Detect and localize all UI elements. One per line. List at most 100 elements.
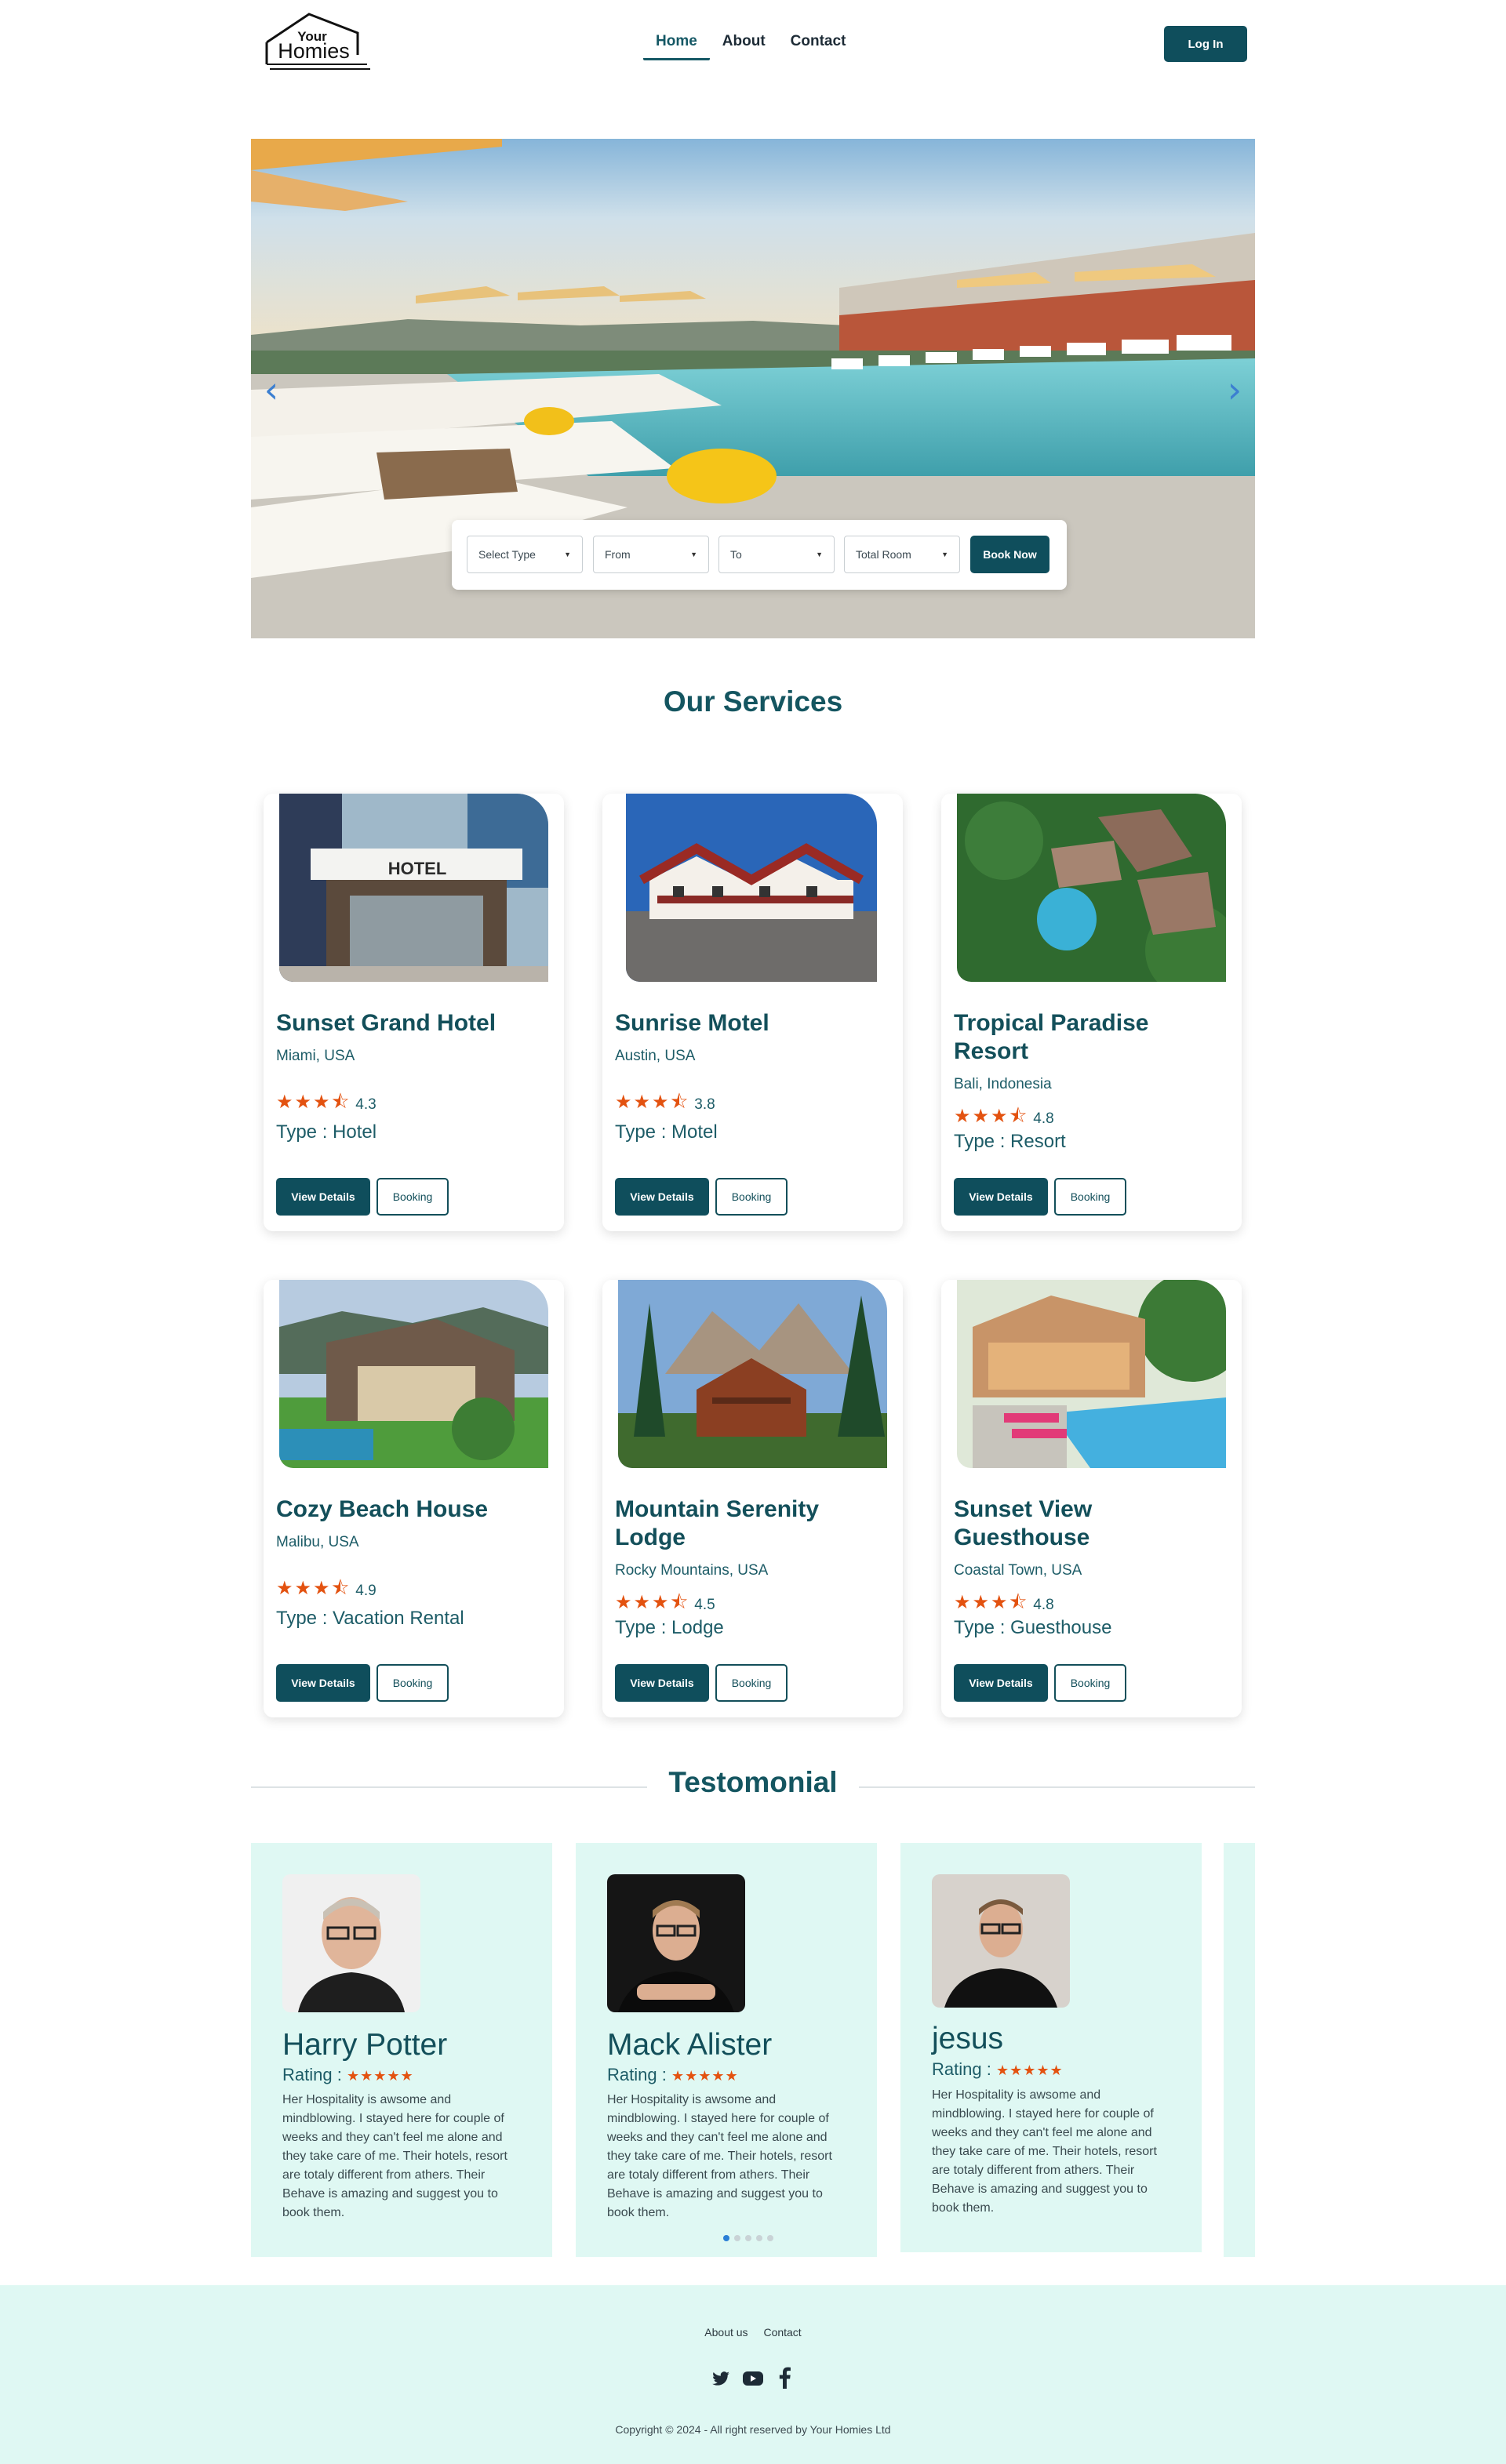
star-rating-icon: ★★★⯪ — [954, 1105, 1029, 1127]
service-rating: ★★★⯪ 4.8 — [954, 1589, 1054, 1621]
nav-link-contact[interactable]: Contact — [778, 33, 859, 60]
service-name: Sunrise Motel — [615, 1010, 769, 1036]
service-type: Type : Resort — [954, 1131, 1066, 1152]
testimonial-text: Her Hospitality is awsome and mindblowin… — [607, 2093, 832, 2219]
from-date-dropdown[interactable]: From ▼ — [593, 536, 709, 573]
book-now-button[interactable]: Book Now — [970, 536, 1049, 573]
main-nav: Home About Contact — [643, 33, 858, 60]
star-rating-icon: ★★★★★ — [995, 2062, 1064, 2079]
testimonial-text: Her Hospitality is awsome and mindblowin… — [932, 2088, 1157, 2215]
service-type: Type : Vacation Rental — [276, 1608, 464, 1629]
footer-link-about[interactable]: About us — [704, 2326, 748, 2339]
view-details-button[interactable]: View Details — [954, 1664, 1048, 1702]
beach-house-image — [279, 1280, 548, 1468]
booking-button[interactable]: Booking — [715, 1178, 788, 1216]
service-card: Sunrise Motel Austin, USA ★★★⯪ 3.8 Type … — [602, 794, 903, 1231]
avatar — [607, 1874, 745, 2012]
social-links — [706, 2367, 800, 2390]
guesthouse-image — [957, 1280, 1226, 1468]
lodge-image — [618, 1280, 887, 1468]
service-location: Rocky Mountains, USA — [615, 1562, 769, 1579]
testimonial-card: Harry Potter Rating : ★★★★★ Her Hospital… — [251, 1843, 552, 2257]
booking-button[interactable]: Booking — [1054, 1664, 1126, 1702]
service-name: Cozy Beach House — [276, 1496, 489, 1522]
caret-down-icon: ▼ — [690, 551, 697, 558]
star-rating-icon: ★★★⯪ — [954, 1591, 1029, 1613]
testimonial-card: Mack Alister Rating : ★★★★★ Her Hospital… — [576, 1843, 877, 2257]
footer: About us Contact Copyright © 2024 - All … — [0, 2285, 1506, 2464]
facebook-icon[interactable] — [777, 2367, 792, 2389]
service-rating: ★★★⯪ 4.5 — [615, 1589, 715, 1621]
testimonial-name: jesus — [932, 2022, 1004, 2055]
view-details-button[interactable]: View Details — [615, 1178, 709, 1216]
service-location: Coastal Town, USA — [954, 1562, 1082, 1579]
carousel-dot[interactable] — [756, 2235, 762, 2241]
testimonial-rating: Rating : ★★★★★ — [282, 2065, 414, 2084]
testimonial-card: jesus Rating : ★★★★★ Her Hospitality is … — [900, 1843, 1202, 2252]
star-rating-icon: ★★★⯪ — [276, 1091, 351, 1113]
star-rating-icon: ★★★★★ — [671, 2068, 739, 2084]
resort-image — [957, 794, 1226, 982]
testimonial-rating: Rating : ★★★★★ — [607, 2065, 739, 2084]
service-card: Sunset View Guesthouse Coastal Town, USA… — [941, 1280, 1242, 1717]
service-card: Cozy Beach House Malibu, USA ★★★⯪ 4.9 Ty… — [264, 1280, 564, 1717]
service-location: Malibu, USA — [276, 1534, 359, 1550]
booking-button[interactable]: Booking — [376, 1664, 449, 1702]
service-type: Type : Guesthouse — [954, 1617, 1112, 1638]
view-details-button[interactable]: View Details — [954, 1178, 1048, 1216]
footer-link-contact[interactable]: Contact — [763, 2326, 801, 2339]
service-card: HOTEL Sunset Grand Hotel Miami, USA ★★★⯪… — [264, 794, 564, 1231]
login-button[interactable]: Log In — [1164, 26, 1247, 62]
service-type: Type : Hotel — [276, 1121, 377, 1143]
caret-down-icon: ▼ — [941, 551, 948, 558]
carousel-dot[interactable] — [734, 2235, 740, 2241]
carousel-next-icon[interactable]: › — [1219, 370, 1250, 409]
caret-down-icon: ▼ — [564, 551, 571, 558]
your-homies-logo[interactable]: Your Homies — [262, 11, 372, 72]
booking-search-bar: Select Type ▼ From ▼ To ▼ Total Room ▼ Book … — [452, 520, 1067, 590]
service-name: Mountain Serenity Lodge — [615, 1496, 820, 1550]
carousel-dot[interactable] — [745, 2235, 751, 2241]
select-type-dropdown[interactable]: Select Type ▼ — [467, 536, 583, 573]
service-card: Mountain Serenity Lodge Rocky Mountains,… — [602, 1280, 903, 1717]
copyright-text: Copyright © 2024 - All right reserved by… — [615, 2423, 891, 2436]
testimonial-name: Mack Alister — [607, 2028, 773, 2062]
service-type: Type : Motel — [615, 1121, 718, 1143]
svg-text:HOTEL: HOTEL — [388, 859, 447, 878]
carousel-dot[interactable] — [767, 2235, 773, 2241]
booking-button[interactable]: Booking — [1054, 1178, 1126, 1216]
star-rating-icon: ★★★⯪ — [615, 1591, 690, 1613]
testimonial-text: Her Hospitality is awsome and mindblowin… — [282, 2093, 507, 2219]
to-date-dropdown[interactable]: To ▼ — [718, 536, 835, 573]
testimonial-card-partial — [1224, 1843, 1255, 2257]
booking-button[interactable]: Booking — [376, 1178, 449, 1216]
view-details-button[interactable]: View Details — [615, 1664, 709, 1702]
caret-down-icon: ▼ — [816, 551, 823, 558]
carousel-prev-icon[interactable]: ‹ — [256, 370, 287, 409]
nav-link-about[interactable]: About — [710, 33, 778, 60]
service-type: Type : Lodge — [615, 1617, 724, 1638]
nav-link-home[interactable]: Home — [643, 33, 710, 60]
booking-button[interactable]: Booking — [715, 1664, 788, 1702]
testimonial-rating: Rating : ★★★★★ — [932, 2059, 1064, 2079]
hotel-image: HOTEL — [279, 794, 548, 982]
service-name: Tropical Paradise Resort — [954, 1010, 1149, 1064]
service-rating: ★★★⯪ 4.9 — [276, 1575, 376, 1607]
star-rating-icon: ★★★⯪ — [615, 1091, 690, 1113]
view-details-button[interactable]: View Details — [276, 1664, 370, 1702]
total-room-dropdown[interactable]: Total Room ▼ — [844, 536, 960, 573]
service-name: Sunset View Guesthouse — [954, 1496, 1093, 1550]
services-title: Our Services — [663, 685, 843, 718]
service-card: Tropical Paradise Resort Bali, Indonesia… — [941, 794, 1242, 1231]
youtube-icon[interactable] — [742, 2368, 764, 2389]
carousel-dots — [723, 2235, 773, 2241]
twitter-icon[interactable] — [711, 2368, 731, 2389]
service-rating: ★★★⯪ 3.8 — [615, 1088, 715, 1121]
view-details-button[interactable]: View Details — [276, 1178, 370, 1216]
carousel-dot[interactable] — [723, 2235, 729, 2241]
service-name: Sunset Grand Hotel — [276, 1010, 497, 1036]
service-location: Miami, USA — [276, 1048, 355, 1064]
testimonial-title: Testomonial — [668, 1766, 838, 1798]
service-rating: ★★★⯪ 4.3 — [276, 1088, 376, 1121]
testimonial-name: Harry Potter — [282, 2028, 448, 2062]
